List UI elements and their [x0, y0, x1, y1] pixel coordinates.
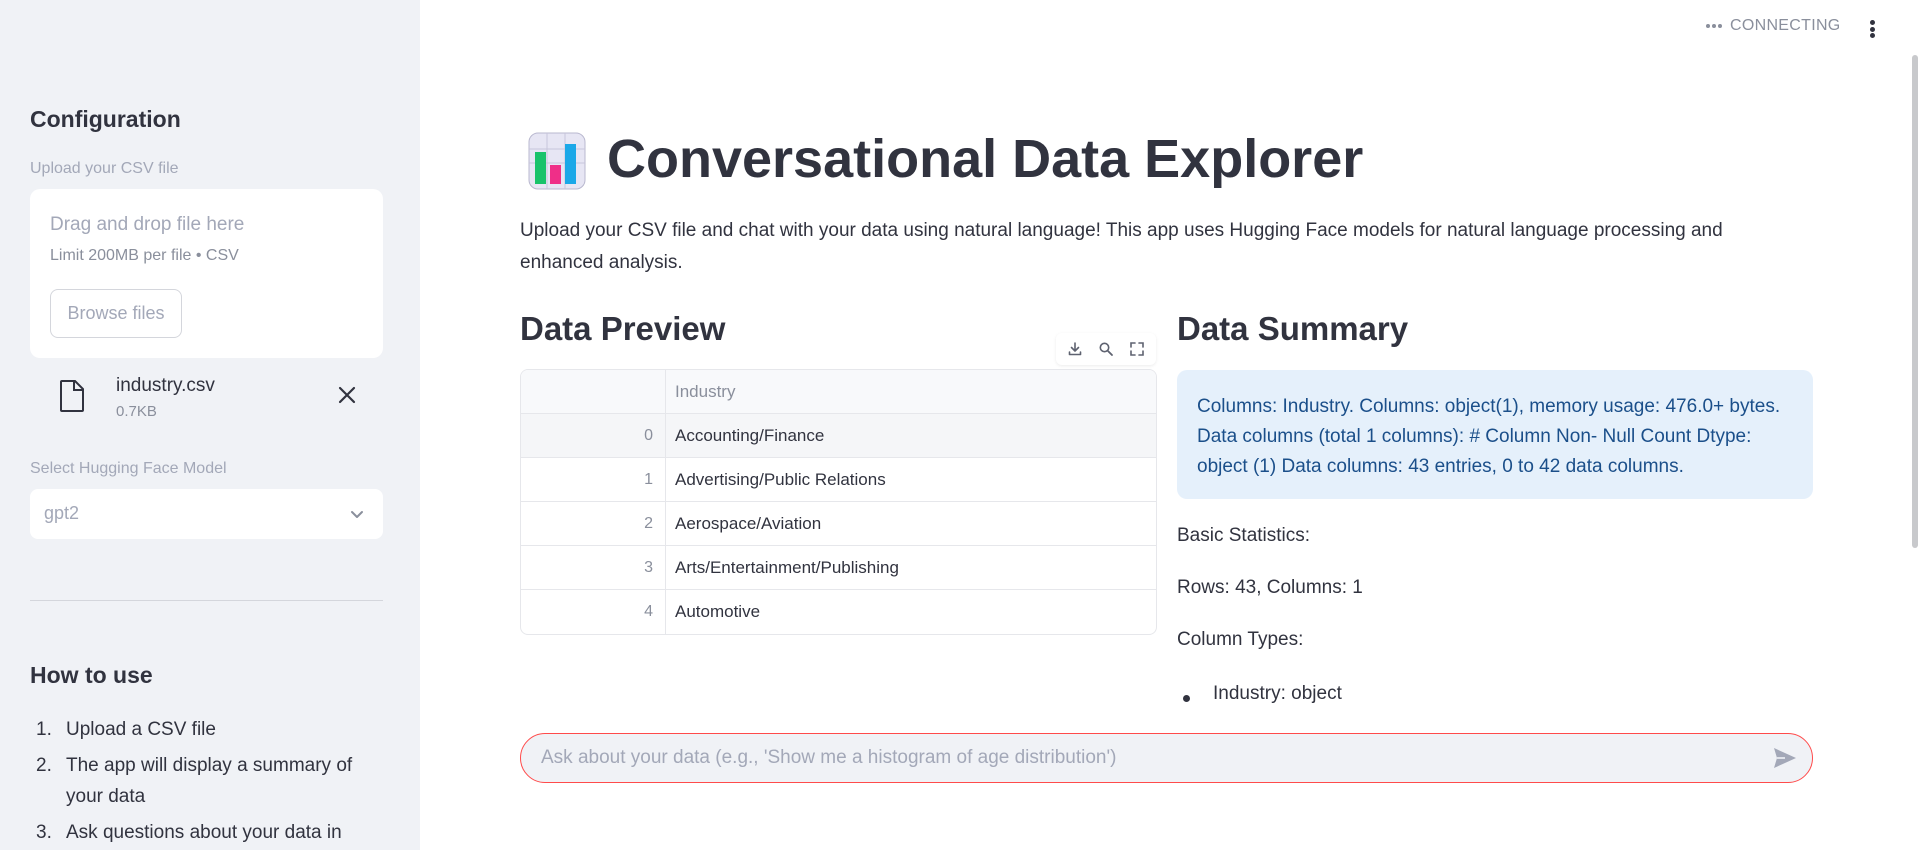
row-index: 2	[521, 502, 666, 546]
table-row[interactable]: 3 Arts/Entertainment/Publishing	[521, 546, 1156, 590]
howto-list: 1. Upload a CSV file 2. The app will displ…	[30, 714, 383, 850]
step-number: 1.	[36, 719, 52, 740]
howto-heading: How to use	[30, 662, 153, 688]
column-types-label: Column Types:	[1177, 629, 1304, 650]
step-text: Ask questions about your data in	[66, 822, 342, 843]
sidebar: Configuration Upload your CSV file Drag …	[0, 0, 420, 850]
file-size: 0.7KB	[116, 403, 157, 420]
browse-files-button[interactable]: Browse files	[50, 289, 182, 338]
model-select[interactable]: gpt2	[30, 489, 383, 539]
summary-heading: Data Summary	[1177, 310, 1409, 347]
preview-heading: Data Preview	[520, 310, 726, 347]
scrollbar[interactable]	[1912, 55, 1918, 548]
fullscreen-icon[interactable]	[1129, 341, 1145, 357]
bar-chart-icon	[528, 132, 586, 190]
howto-step: 3. Ask questions about your data in	[30, 817, 383, 848]
table-row[interactable]: 1 Advertising/Public Relations	[521, 458, 1156, 502]
row-value: Aerospace/Aviation	[675, 514, 822, 533]
connection-status: CONNECTING	[1706, 17, 1841, 35]
row-index: 1	[521, 458, 666, 502]
kebab-menu-icon[interactable]	[1864, 18, 1880, 40]
step-text: Upload a CSV file	[66, 719, 216, 740]
row-index: 0	[521, 414, 666, 458]
uploaded-file: industry.csv 0.7KB	[30, 365, 383, 425]
step-text: The app will display a summary of your d…	[66, 755, 353, 807]
chat-input[interactable]	[541, 734, 1751, 781]
send-icon[interactable]	[1772, 746, 1798, 770]
bullet-dot	[1183, 695, 1190, 702]
config-heading: Configuration	[30, 106, 181, 132]
basic-stats-label: Basic Statistics:	[1177, 525, 1311, 546]
row-value: Advertising/Public Relations	[675, 470, 886, 489]
page-title: Conversational Data Explorer	[607, 129, 1364, 189]
upload-label: Upload your CSV file	[30, 160, 179, 177]
table-row[interactable]: 4 Automotive	[521, 590, 1156, 634]
download-icon[interactable]	[1067, 341, 1083, 357]
rows-columns-text: Rows: 43, Columns: 1	[1177, 577, 1363, 598]
file-icon	[60, 380, 84, 412]
data-preview-table: Industry 0 Accounting/Finance 1 Advertis…	[520, 369, 1157, 635]
table-toolbar	[1056, 333, 1156, 365]
row-index: 3	[521, 546, 666, 590]
table-row[interactable]: 0 Accounting/Finance	[521, 414, 1156, 458]
row-index: 4	[521, 590, 666, 634]
status-text: CONNECTING	[1730, 17, 1841, 34]
row-value: Accounting/Finance	[675, 426, 825, 445]
search-icon[interactable]	[1098, 341, 1114, 357]
column-header[interactable]: Industry	[675, 370, 735, 414]
model-label: Select Hugging Face Model	[30, 460, 227, 477]
dropzone-title: Drag and drop file here	[50, 214, 245, 235]
dropzone-limit: Limit 200MB per file • CSV	[50, 247, 239, 264]
chat-input-container	[520, 733, 1813, 783]
file-dropzone[interactable]: Drag and drop file here Limit 200MB per …	[30, 189, 383, 358]
chevron-down-icon	[351, 511, 363, 518]
index-header	[521, 370, 666, 414]
column-type-text: Industry: object	[1213, 683, 1342, 704]
row-value: Automotive	[675, 602, 761, 621]
intro-text: Upload your CSV file and chat with your …	[520, 220, 1723, 273]
sidebar-divider	[30, 600, 383, 601]
file-name: industry.csv	[116, 375, 215, 396]
close-icon[interactable]	[337, 385, 357, 405]
model-select-value: gpt2	[44, 503, 80, 523]
table-row[interactable]: 2 Aerospace/Aviation	[521, 502, 1156, 546]
howto-step: 2. The app will display a summary of your…	[30, 750, 383, 812]
row-value: Arts/Entertainment/Publishing	[675, 558, 899, 577]
more-dots-icon	[1706, 24, 1722, 28]
howto-step: 1. Upload a CSV file	[30, 714, 383, 745]
step-number: 2.	[36, 755, 52, 776]
summary-info-box: Columns: Industry. Columns: object(1), m…	[1177, 370, 1813, 499]
step-number: 3.	[36, 822, 52, 843]
table-header-row: Industry	[521, 370, 1156, 414]
